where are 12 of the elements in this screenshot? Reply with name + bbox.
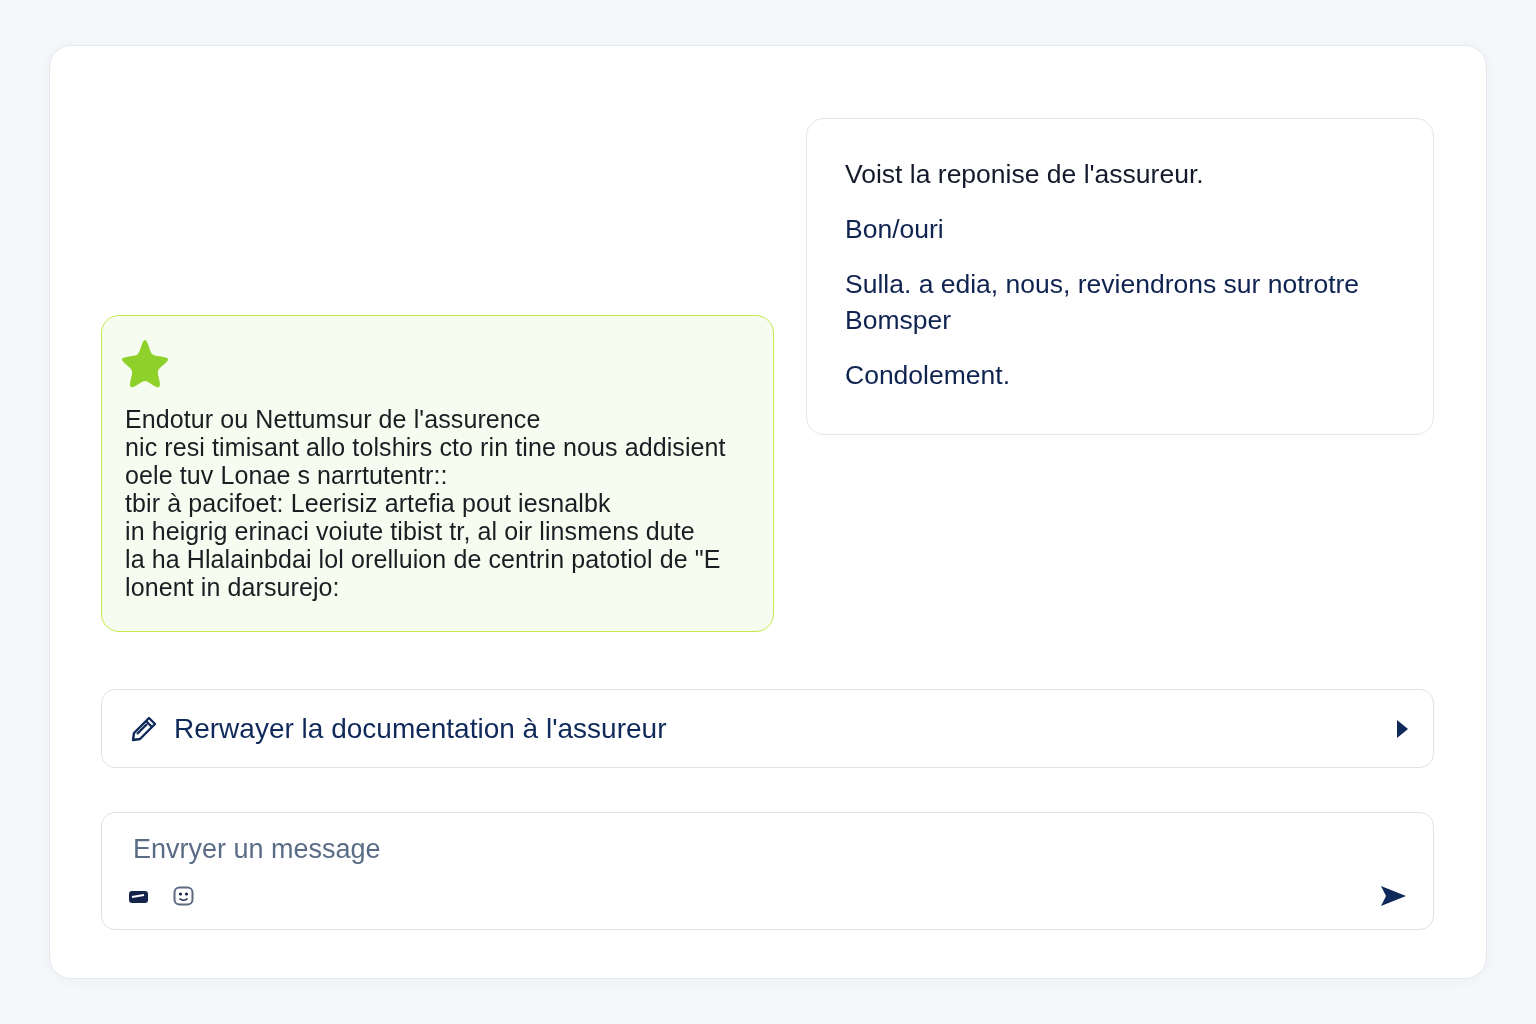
message-paragraph: Sulla. a edia, nous, reviendrons sur notrotre Bomsper xyxy=(845,268,1361,337)
message-text: Endotur ou Nettumsur de l'assurence nic resi timisant allo tolshirs cto rin tine nous addisient oele tuv Lonae s narrtutentr:: tbir à pacifoet: Leerisiz artefia pout iesnalbk in heigrig erinaci voiute tibist tr, al oir linsmens dute la ha Hlalainbdai lol orelluion de centrin patotiol de "E lonent in darsurejo: xyxy=(125,405,727,601)
emoji-icon[interactable] xyxy=(173,886,194,906)
message-paragraph: Condolement. xyxy=(845,359,1011,392)
send-icon[interactable] xyxy=(1380,885,1407,907)
action-button[interactable]: Rerwayer la documentation à l'assureur xyxy=(101,689,1434,768)
message-paragraph: Voist la reponise de l'assureur. xyxy=(845,158,1205,191)
pencil-icon xyxy=(130,714,158,743)
star-icon xyxy=(119,338,171,390)
message-input[interactable]: Envryer un message xyxy=(128,828,828,870)
caret-icon xyxy=(1396,718,1409,739)
message-paragraph: Bon/ouri xyxy=(845,213,945,246)
